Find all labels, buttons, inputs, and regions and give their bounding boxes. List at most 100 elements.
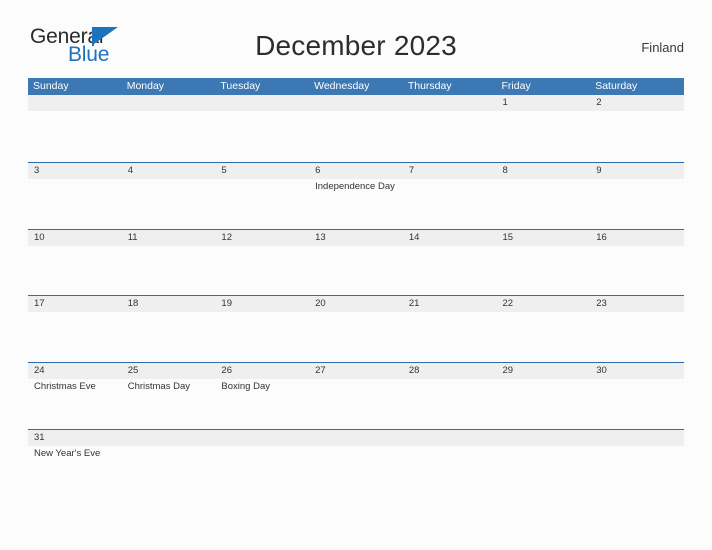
day-number[interactable] — [215, 430, 309, 446]
day-event[interactable] — [215, 446, 309, 496]
weekday-friday: Friday — [501, 80, 531, 92]
region-label: Finland — [641, 40, 684, 55]
day-event[interactable] — [497, 379, 591, 429]
day-event[interactable] — [590, 111, 684, 161]
day-number[interactable]: 13 — [309, 230, 403, 246]
week-row: 1 2 — [28, 95, 684, 162]
week-event-band: Christmas Eve Christmas Day Boxing Day — [28, 379, 684, 430]
day-number[interactable]: 8 — [497, 163, 591, 179]
day-number[interactable]: 3 — [28, 163, 122, 179]
day-event[interactable] — [122, 446, 216, 496]
day-event[interactable] — [309, 446, 403, 496]
day-event[interactable] — [590, 246, 684, 296]
weekday-monday: Monday — [126, 80, 165, 92]
day-number[interactable]: 26 — [215, 363, 309, 379]
day-event[interactable] — [403, 312, 497, 362]
day-event[interactable] — [309, 246, 403, 296]
day-number[interactable] — [28, 95, 122, 111]
week-day-number-band: 17 18 19 20 21 22 23 — [28, 296, 684, 313]
day-number[interactable]: 31 — [28, 430, 122, 446]
day-event[interactable]: Boxing Day — [215, 379, 309, 429]
day-number[interactable] — [309, 95, 403, 111]
day-number[interactable]: 22 — [497, 296, 591, 312]
day-number[interactable]: 28 — [403, 363, 497, 379]
day-event[interactable] — [590, 446, 684, 496]
day-event[interactable] — [497, 312, 591, 362]
day-number[interactable]: 9 — [590, 163, 684, 179]
day-event[interactable]: Christmas Eve — [28, 379, 122, 429]
day-number[interactable] — [309, 430, 403, 446]
day-event[interactable] — [122, 312, 216, 362]
week-day-number-band: 3 4 5 6 7 8 9 — [28, 162, 684, 179]
day-event[interactable] — [403, 446, 497, 496]
day-event[interactable] — [215, 312, 309, 362]
day-number[interactable] — [403, 430, 497, 446]
day-number[interactable]: 16 — [590, 230, 684, 246]
day-number[interactable]: 19 — [215, 296, 309, 312]
day-event[interactable] — [309, 312, 403, 362]
weekday-sunday: Sunday — [33, 80, 69, 92]
day-number[interactable]: 11 — [122, 230, 216, 246]
day-event[interactable] — [28, 312, 122, 362]
day-event[interactable] — [215, 179, 309, 229]
day-number[interactable] — [590, 430, 684, 446]
weekday-wednesday: Wednesday — [314, 80, 370, 92]
day-number[interactable]: 17 — [28, 296, 122, 312]
day-event[interactable] — [497, 446, 591, 496]
day-number[interactable]: 25 — [122, 363, 216, 379]
day-event[interactable] — [403, 379, 497, 429]
week-row: 17 18 19 20 21 22 23 — [28, 295, 684, 363]
day-event[interactable] — [403, 179, 497, 229]
week-day-number-band: 1 2 — [28, 95, 684, 111]
day-number[interactable]: 4 — [122, 163, 216, 179]
day-number[interactable]: 20 — [309, 296, 403, 312]
day-number[interactable]: 1 — [497, 95, 591, 111]
day-number[interactable] — [403, 95, 497, 111]
day-number[interactable]: 14 — [403, 230, 497, 246]
day-number[interactable] — [122, 95, 216, 111]
day-event[interactable]: Independence Day — [309, 179, 403, 229]
day-number[interactable]: 18 — [122, 296, 216, 312]
day-event[interactable]: New Year's Eve — [28, 446, 122, 496]
day-event[interactable] — [28, 246, 122, 296]
day-number[interactable]: 15 — [497, 230, 591, 246]
day-number[interactable]: 30 — [590, 363, 684, 379]
day-number[interactable]: 12 — [215, 230, 309, 246]
day-event[interactable] — [122, 246, 216, 296]
day-event[interactable] — [497, 179, 591, 229]
day-event[interactable] — [28, 111, 122, 161]
day-event[interactable] — [28, 179, 122, 229]
day-event[interactable] — [215, 111, 309, 161]
day-number[interactable]: 27 — [309, 363, 403, 379]
day-number[interactable] — [122, 430, 216, 446]
week-row: 3 4 5 6 7 8 9 Independence Day — [28, 161, 684, 229]
day-event[interactable] — [403, 246, 497, 296]
day-number[interactable]: 5 — [215, 163, 309, 179]
day-number[interactable]: 10 — [28, 230, 122, 246]
day-event[interactable]: Christmas Day — [122, 379, 216, 429]
week-event-band — [28, 245, 684, 296]
day-number[interactable]: 24 — [28, 363, 122, 379]
day-number[interactable]: 23 — [590, 296, 684, 312]
week-day-number-band: 31 — [28, 429, 684, 446]
day-event[interactable] — [122, 111, 216, 161]
day-event[interactable] — [590, 312, 684, 362]
weekday-tuesday: Tuesday — [220, 80, 261, 92]
day-number[interactable]: 21 — [403, 296, 497, 312]
day-event[interactable] — [590, 379, 684, 429]
day-number[interactable] — [497, 430, 591, 446]
day-event[interactable] — [497, 111, 591, 161]
day-number[interactable]: 29 — [497, 363, 591, 379]
day-event[interactable] — [309, 379, 403, 429]
day-event[interactable] — [590, 179, 684, 229]
day-number[interactable]: 6 — [309, 163, 403, 179]
day-number[interactable] — [215, 95, 309, 111]
day-number[interactable]: 2 — [590, 95, 684, 111]
day-event[interactable] — [309, 111, 403, 161]
day-event[interactable] — [122, 179, 216, 229]
weekday-thursday: Thursday — [407, 80, 452, 92]
day-event[interactable] — [403, 111, 497, 161]
day-event[interactable] — [497, 246, 591, 296]
day-number[interactable]: 7 — [403, 163, 497, 179]
day-event[interactable] — [215, 246, 309, 296]
